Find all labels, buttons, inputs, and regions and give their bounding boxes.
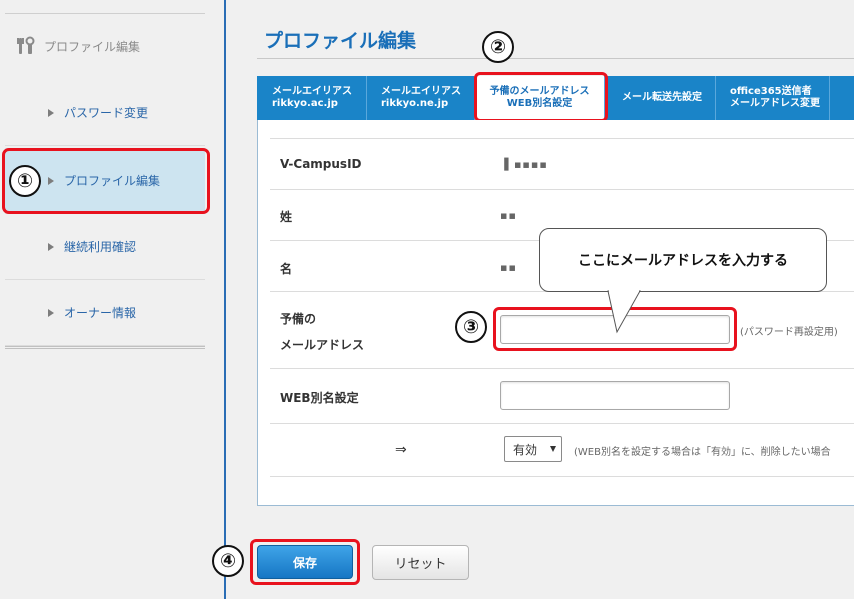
tools-icon	[16, 36, 36, 56]
divider	[270, 189, 854, 190]
divider	[5, 346, 205, 350]
divider	[257, 58, 854, 59]
step-2-badge: ②	[482, 31, 514, 63]
tab-forwarding[interactable]: メール転送先設定	[605, 76, 716, 120]
divider	[270, 138, 854, 139]
mei-value: ▪▪	[500, 261, 517, 274]
tab-label: メール転送先設定	[622, 92, 702, 103]
divider	[270, 368, 854, 369]
sidebar-item-password[interactable]: パスワード変更	[5, 80, 205, 146]
divider	[5, 13, 205, 14]
tab-label: office365送信者	[730, 86, 812, 97]
highlight-save	[250, 539, 360, 585]
tab-label: メールアドレス変更	[730, 98, 820, 109]
web-alias-label: WEB別名設定	[280, 391, 359, 405]
sidebar-item-owner[interactable]: オーナー情報	[5, 280, 205, 346]
status-select-value: 有効	[513, 442, 538, 457]
vcampus-value: ▐ ▪▪▪▪	[500, 158, 548, 171]
step-3-badge: ③	[455, 311, 487, 343]
web-alias-input[interactable]	[500, 381, 730, 410]
page-title: プロファイル編集	[264, 30, 417, 52]
tab-label: rikkyo.ac.jp	[272, 98, 338, 109]
sei-label: 姓	[280, 210, 293, 224]
sidebar-header: プロファイル編集	[16, 36, 140, 56]
spare-email-label-line2: メールアドレス	[280, 338, 365, 352]
tab-office365[interactable]: office365送信者 メールアドレス変更	[716, 76, 830, 120]
triangle-right-icon	[48, 242, 54, 251]
triangle-right-icon	[48, 108, 54, 117]
mei-label: 名	[280, 262, 293, 276]
sei-value: ▪▪	[500, 209, 517, 222]
tab-alias-ne[interactable]: メールエイリアス rikkyo.ne.jp	[367, 76, 475, 120]
divider	[270, 476, 854, 477]
reset-button[interactable]: リセット	[372, 545, 469, 580]
sidebar-item-label: オーナー情報	[64, 306, 137, 320]
sidebar-item-label: パスワード変更	[64, 106, 149, 120]
tab-label: rikkyo.ne.jp	[381, 98, 449, 109]
status-hint: (WEB別名を設定する場合は「有効」に、削除したい場合	[574, 447, 831, 458]
callout-tail	[607, 290, 641, 334]
callout-bubble: ここにメールアドレスを入力する	[539, 228, 827, 292]
divider	[270, 423, 854, 424]
step-1-badge: ①	[9, 165, 41, 197]
tab-label: メールエイリアス	[381, 86, 461, 97]
tab-label: メールエイリアス	[272, 86, 352, 97]
status-select[interactable]: 有効	[504, 436, 562, 462]
sidebar: プロファイル編集 パスワード変更 プロファイル編集 継続利用確認 オーナー情報	[0, 0, 226, 599]
spare-email-label-line1: 予備の	[280, 312, 317, 326]
step-4-badge: ④	[212, 545, 244, 577]
spare-email-hint: (パスワード再設定用)	[740, 327, 838, 338]
triangle-right-icon	[48, 308, 54, 317]
vcampus-label: V-CampusID	[280, 157, 362, 171]
sidebar-item-label: 継続利用確認	[64, 240, 137, 254]
tab-alias-ac[interactable]: メールエイリアス rikkyo.ac.jp	[257, 76, 367, 120]
sidebar-item-continuation[interactable]: 継続利用確認	[5, 214, 205, 280]
highlight-tab	[474, 72, 608, 122]
sidebar-header-label: プロファイル編集	[44, 39, 141, 54]
arrow-right-icon: ⇒	[395, 442, 407, 458]
chevron-down-icon	[550, 446, 556, 452]
